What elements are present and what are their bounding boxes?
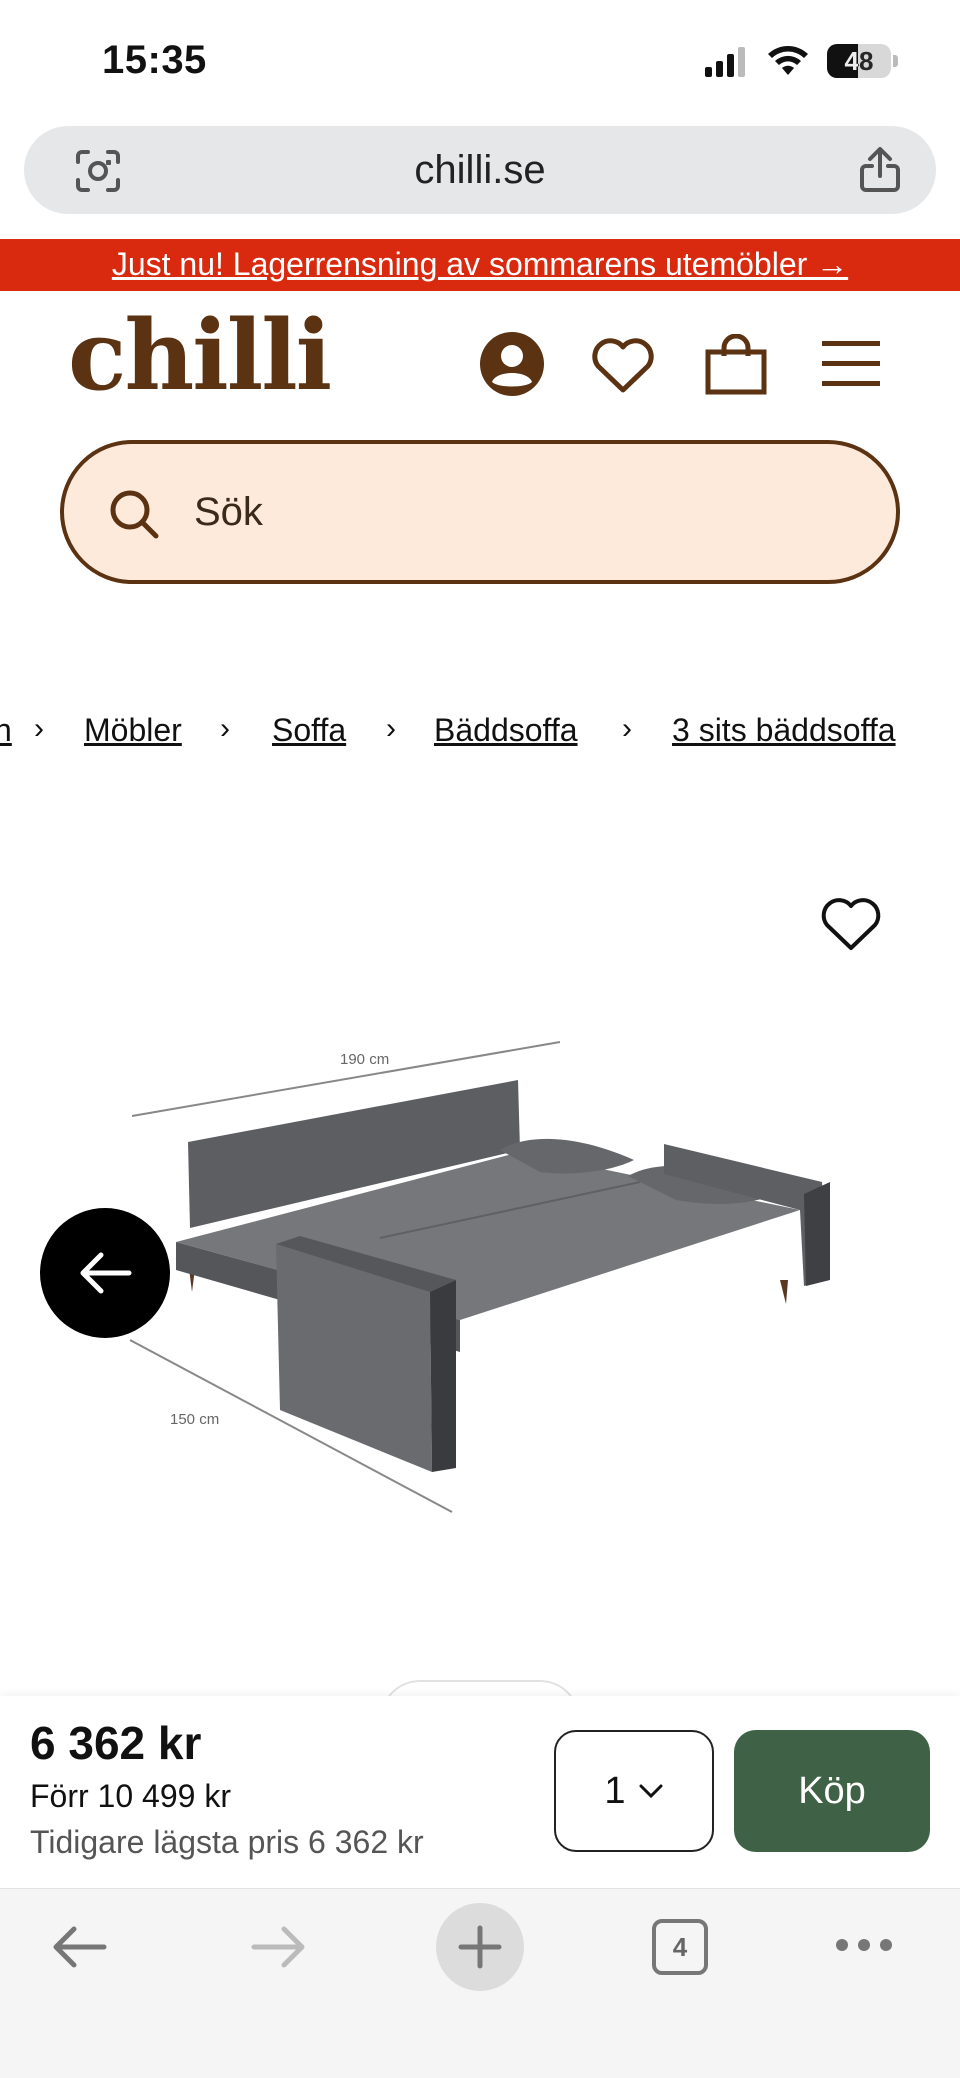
shopping-bag-icon[interactable] [704, 334, 768, 396]
dimension-depth-label: 150 cm [170, 1411, 219, 1428]
breadcrumb-item-soffa[interactable]: Soffa [272, 712, 346, 749]
status-time: 15:35 [102, 38, 207, 82]
back-arrow-icon[interactable] [50, 1925, 108, 1969]
breadcrumb-item-baddsoffa[interactable]: Bäddsoffa [434, 712, 578, 749]
brand-logo[interactable]: chilli [68, 308, 332, 404]
dimension-width-label: 190 cm [340, 1051, 389, 1068]
buy-button[interactable]: Köp [734, 1730, 930, 1852]
price-before: Förr 10 499 kr [30, 1778, 231, 1814]
more-dots-icon[interactable] [834, 1937, 894, 1953]
url-bar[interactable]: chilli.se [24, 126, 936, 214]
lowest-price: Tidigare lägsta pris 6 362 kr [30, 1824, 424, 1860]
breadcrumb-separator: › [34, 712, 44, 745]
breadcrumb-separator: › [386, 712, 396, 745]
status-icons: 48 [703, 44, 898, 78]
battery-icon: 48 [827, 44, 891, 78]
heart-outline-icon[interactable] [820, 896, 882, 952]
purchase-bar: 6 362 kr Förr 10 499 kr Tidigare lägsta … [0, 1696, 960, 1888]
forward-arrow-icon[interactable] [250, 1925, 308, 1969]
prev-image-button[interactable] [40, 1208, 170, 1338]
status-bar: 15:35 48 [0, 0, 960, 120]
breadcrumb-separator: › [220, 712, 230, 745]
breadcrumb: n › Möbler › Soffa › Bäddsoffa › 3 sits … [0, 712, 960, 762]
quantity-select[interactable]: 1 [554, 1730, 714, 1852]
battery-cap [893, 55, 898, 67]
breadcrumb-separator: › [622, 712, 632, 745]
breadcrumb-item-mobler[interactable]: Möbler [84, 712, 182, 749]
breadcrumb-item-partial[interactable]: n [0, 712, 12, 749]
chevron-down-icon [639, 1784, 663, 1799]
search-icon [110, 490, 159, 539]
url-text[interactable]: chilli.se [24, 148, 936, 193]
wishlist-heart-icon[interactable] [590, 336, 656, 394]
quantity-value: 1 [604, 1769, 626, 1812]
promo-link[interactable]: Just nu! Lagerrensning av sommarens utem… [112, 246, 848, 282]
signal-icon [705, 47, 745, 77]
new-tab-button[interactable] [436, 1903, 524, 1991]
account-icon[interactable] [478, 330, 546, 398]
new-tab-plus-icon [458, 1925, 502, 1969]
share-icon[interactable] [858, 146, 902, 194]
promo-banner: Just nu! Lagerrensning av sommarens utem… [0, 239, 960, 291]
search-input[interactable] [194, 480, 794, 544]
browser-bottom-nav: 4 [0, 1888, 960, 2078]
breadcrumb-item-3-sits-baddsoffa[interactable]: 3 sits bäddsoffa [672, 712, 896, 749]
tabs-icon[interactable]: 4 [652, 1919, 708, 1975]
battery-level: 48 [844, 45, 874, 76]
search-bar[interactable] [60, 440, 900, 584]
arrow-left-icon [80, 1252, 132, 1294]
menu-icon[interactable] [820, 338, 882, 390]
price: 6 362 kr [30, 1717, 202, 1769]
wifi-icon [768, 46, 808, 75]
